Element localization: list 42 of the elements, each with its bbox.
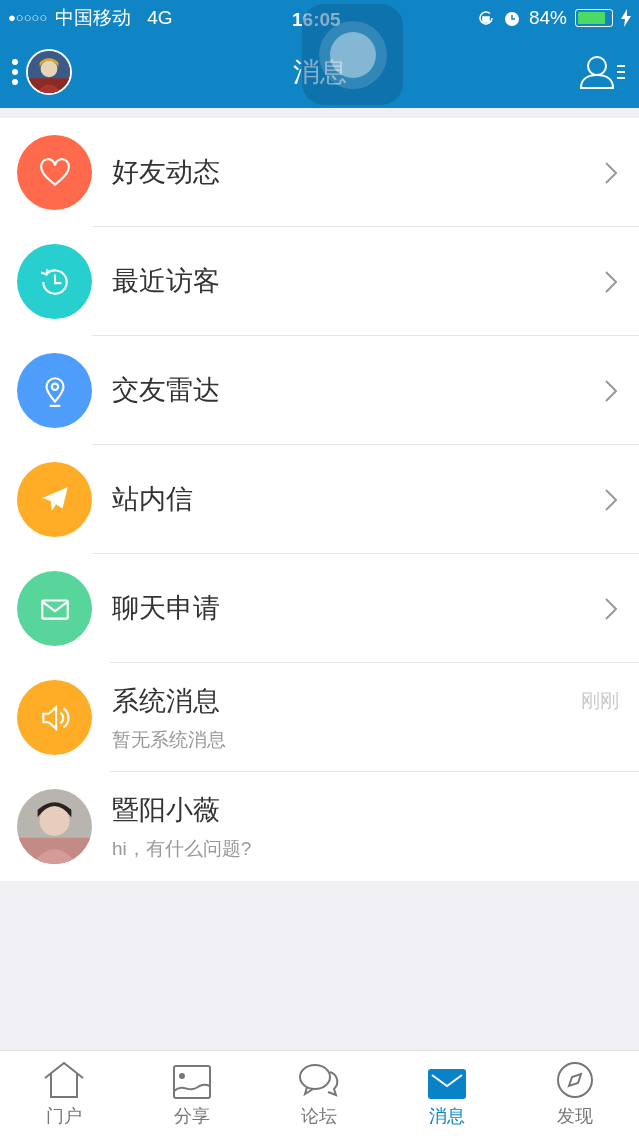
chevron-right-icon bbox=[605, 161, 617, 184]
contacts-icon[interactable] bbox=[579, 54, 627, 90]
rotation-lock-icon bbox=[476, 9, 495, 27]
item-title: 好友动态 bbox=[112, 156, 221, 190]
tab-bar-item[interactable]: 论坛 bbox=[255, 1051, 384, 1136]
tab-bar-item[interactable]: 分享 bbox=[127, 1051, 256, 1136]
home-icon bbox=[42, 1061, 85, 1099]
chevron-right-icon bbox=[605, 488, 617, 511]
chevron-right-icon bbox=[605, 597, 617, 620]
compass-icon bbox=[556, 1061, 595, 1099]
message-list-item[interactable]: 站内信 bbox=[0, 445, 639, 554]
signal-strength: ●○○○○ bbox=[8, 9, 48, 28]
battery-percentage: 84% bbox=[528, 5, 567, 30]
item-title: 聊天申请 bbox=[112, 592, 221, 626]
message-list-item[interactable]: 好友动态 bbox=[0, 118, 639, 227]
message-list-item[interactable]: 暨阳小薇 hi，有什么问题? bbox=[0, 772, 639, 881]
message-list-item[interactable]: 最近访客 bbox=[0, 227, 639, 336]
network-type: 4G bbox=[147, 5, 173, 30]
message-preview: 暂无系统消息 bbox=[112, 727, 227, 752]
carrier-name: 中国移动 bbox=[55, 5, 132, 30]
message-list-item[interactable]: 聊天申请 bbox=[0, 554, 639, 663]
charging-bolt-icon bbox=[621, 9, 631, 27]
item-title: 站内信 bbox=[112, 483, 194, 517]
clock-time: 16:05 bbox=[292, 8, 341, 32]
chat-bubbles-icon bbox=[298, 1063, 341, 1099]
tab-bar-item[interactable]: 消息 bbox=[383, 1051, 512, 1136]
battery-icon bbox=[575, 9, 613, 27]
item-title: 暨阳小薇 bbox=[112, 794, 221, 827]
tab-bar-item[interactable]: 发现 bbox=[511, 1051, 639, 1136]
message-list-item[interactable]: 交友雷达 bbox=[0, 336, 639, 445]
chevron-right-icon bbox=[605, 270, 617, 293]
more-options-icon[interactable] bbox=[12, 59, 18, 85]
item-title: 最近访客 bbox=[112, 265, 221, 299]
image-icon bbox=[172, 1065, 211, 1099]
chevron-right-icon bbox=[605, 379, 617, 402]
message-preview: hi，有什么问题? bbox=[112, 836, 253, 861]
envelope-icon bbox=[428, 1069, 467, 1099]
alarm-clock-icon bbox=[502, 9, 521, 27]
page-title: 消息 bbox=[292, 55, 347, 89]
tab-bar-item[interactable]: 门户 bbox=[0, 1051, 128, 1136]
item-title: 系统消息 bbox=[112, 685, 221, 718]
item-title: 交友雷达 bbox=[112, 374, 221, 408]
